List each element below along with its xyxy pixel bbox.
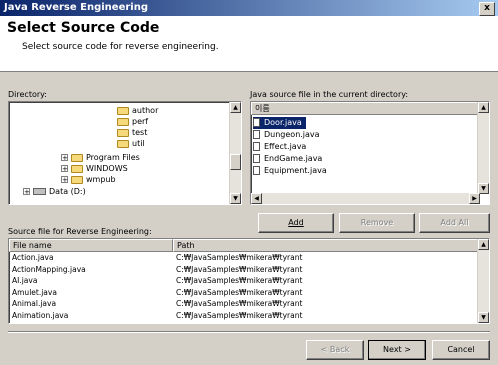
- close-button[interactable]: x: [479, 2, 495, 16]
- scroll-up-icon[interactable]: ▲: [478, 239, 489, 250]
- java-files-label: Java source file in the current director…: [250, 90, 409, 99]
- java-file-list[interactable]: 이름 Door.java Dungeon.java Effect.java EndGa…: [250, 101, 490, 205]
- java-file-label: Door.java: [264, 118, 302, 127]
- tree-item[interactable]: author: [117, 105, 158, 116]
- path-column-header[interactable]: Path: [173, 239, 480, 252]
- button-separator: [8, 331, 490, 333]
- java-file-label: Dungeon.java: [264, 130, 320, 139]
- expand-icon[interactable]: +: [61, 176, 68, 184]
- wizard-header: Select Source Code Select source code fo…: [0, 16, 498, 72]
- tree-item[interactable]: + Data (D:): [23, 186, 86, 197]
- file-name-column-header[interactable]: File name: [9, 239, 173, 252]
- tree-item[interactable]: util: [117, 138, 145, 149]
- expand-icon[interactable]: +: [23, 188, 30, 196]
- cancel-button[interactable]: Cancel: [432, 340, 490, 360]
- scroll-up-icon[interactable]: ▲: [478, 102, 489, 113]
- table-scrollbar[interactable]: ▲ ▼: [477, 239, 489, 323]
- expand-icon[interactable]: +: [61, 165, 68, 173]
- file-name-cell: Animal.java: [12, 299, 57, 308]
- tree-item-label: Program Files: [86, 153, 140, 162]
- java-file-label: Effect.java: [264, 142, 307, 151]
- table-row[interactable]: Animal.java C:₩JavaSamples₩mikera₩tyrant: [9, 300, 479, 308]
- folder-icon: [117, 139, 129, 148]
- add-button[interactable]: Add: [258, 213, 334, 233]
- scroll-up-icon[interactable]: ▲: [230, 102, 241, 113]
- path-cell: C:₩JavaSamples₩mikera₩tyrant: [176, 299, 303, 308]
- path-cell: C:₩JavaSamples₩mikera₩tyrant: [176, 264, 303, 274]
- next-button[interactable]: Next >: [368, 340, 426, 360]
- folder-icon: [117, 128, 129, 137]
- add-all-button[interactable]: Add All: [419, 213, 490, 233]
- source-file-table[interactable]: File name Path Action.java C:₩JavaSamples…: [8, 238, 490, 324]
- scroll-down-icon[interactable]: ▼: [230, 193, 241, 204]
- table-row[interactable]: Amulet.java C:₩JavaSamples₩mikera₩tyrant: [9, 287, 479, 297]
- table-row[interactable]: ActionMapping.java C:₩JavaSamples₩mikera₩…: [9, 264, 479, 274]
- tree-item-label: test: [132, 128, 148, 137]
- scroll-thumb[interactable]: [230, 154, 241, 170]
- tree-item-label: Data (D:): [49, 187, 86, 196]
- folder-icon: [117, 117, 129, 126]
- directory-label: Directory:: [8, 90, 47, 99]
- folder-icon: [71, 175, 83, 184]
- java-file-label: Equipment.java: [264, 166, 327, 175]
- java-file-item[interactable]: Door.java: [253, 117, 306, 129]
- path-cell: C:₩JavaSamples₩mikera₩tyrant: [176, 310, 303, 320]
- file-list-scrollbar[interactable]: ▲ ▼: [477, 102, 489, 194]
- window-title: Java Reverse Engineering: [4, 2, 149, 13]
- java-file-icon: [253, 142, 260, 151]
- java-file-icon: [253, 130, 260, 139]
- directory-scrollbar[interactable]: ▲ ▼: [229, 102, 241, 204]
- path-cell: C:₩JavaSamples₩mikera₩tyrant: [176, 253, 303, 262]
- java-file-icon: [253, 154, 260, 163]
- java-file-item[interactable]: Equipment.java: [253, 165, 331, 177]
- file-name-cell: Action.java: [12, 253, 54, 262]
- java-file-icon: [253, 166, 260, 175]
- tree-item-label: WINDOWS: [86, 164, 128, 173]
- java-file-label: EndGame.java: [264, 154, 323, 163]
- java-file-icon: [253, 118, 260, 127]
- java-file-item[interactable]: Dungeon.java: [253, 129, 324, 141]
- tree-item-label: author: [132, 106, 159, 115]
- source-table-label: Source file for Reverse Engineering:: [8, 227, 152, 236]
- tree-item[interactable]: + wmpub: [61, 174, 116, 185]
- drive-icon: [33, 188, 46, 195]
- path-cell: C:₩JavaSamples₩mikera₩tyrant: [176, 287, 303, 297]
- table-row[interactable]: Animation.java C:₩JavaSamples₩mikera₩tyra…: [9, 310, 479, 320]
- file-list-hscrollbar[interactable]: ◀ ▶: [251, 193, 480, 204]
- table-row[interactable]: Action.java C:₩JavaSamples₩mikera₩tyrant: [9, 254, 479, 262]
- scroll-right-icon[interactable]: ▶: [469, 193, 480, 204]
- page-subtitle: Select source code for reverse engineeri…: [22, 42, 219, 52]
- directory-tree[interactable]: author perf test util + Program Files + WINDOWS…: [8, 101, 242, 205]
- file-name-cell: AI.java: [12, 276, 38, 285]
- tree-item[interactable]: test: [117, 127, 147, 138]
- java-file-item[interactable]: Effect.java: [253, 141, 310, 153]
- scroll-down-icon[interactable]: ▼: [478, 312, 489, 323]
- tree-item-label: perf: [132, 117, 149, 126]
- name-column-header[interactable]: 이름: [251, 102, 480, 115]
- tree-item[interactable]: + WINDOWS: [61, 163, 128, 174]
- back-button[interactable]: < Back: [306, 340, 364, 360]
- path-cell: C:₩JavaSamples₩mikera₩tyrant: [176, 276, 303, 285]
- file-name-cell: Animation.java: [12, 310, 69, 320]
- remove-button[interactable]: Remove: [339, 213, 415, 233]
- folder-icon: [117, 106, 129, 115]
- expand-icon[interactable]: +: [61, 154, 68, 162]
- folder-icon: [71, 164, 83, 173]
- tree-item-label: util: [132, 139, 145, 148]
- scroll-left-icon[interactable]: ◀: [251, 193, 262, 204]
- table-row[interactable]: AI.java C:₩JavaSamples₩mikera₩tyrant: [9, 277, 479, 285]
- page-title: Select Source Code: [7, 20, 160, 36]
- java-file-item[interactable]: EndGame.java: [253, 153, 326, 165]
- tree-item-label: wmpub: [86, 175, 116, 184]
- file-name-cell: ActionMapping.java: [12, 264, 86, 274]
- tree-item[interactable]: + Program Files: [61, 152, 140, 163]
- title-bar: Java Reverse Engineering x: [0, 0, 498, 16]
- file-name-cell: Amulet.java: [12, 287, 57, 297]
- folder-icon: [71, 153, 83, 162]
- tree-item[interactable]: perf: [117, 116, 148, 127]
